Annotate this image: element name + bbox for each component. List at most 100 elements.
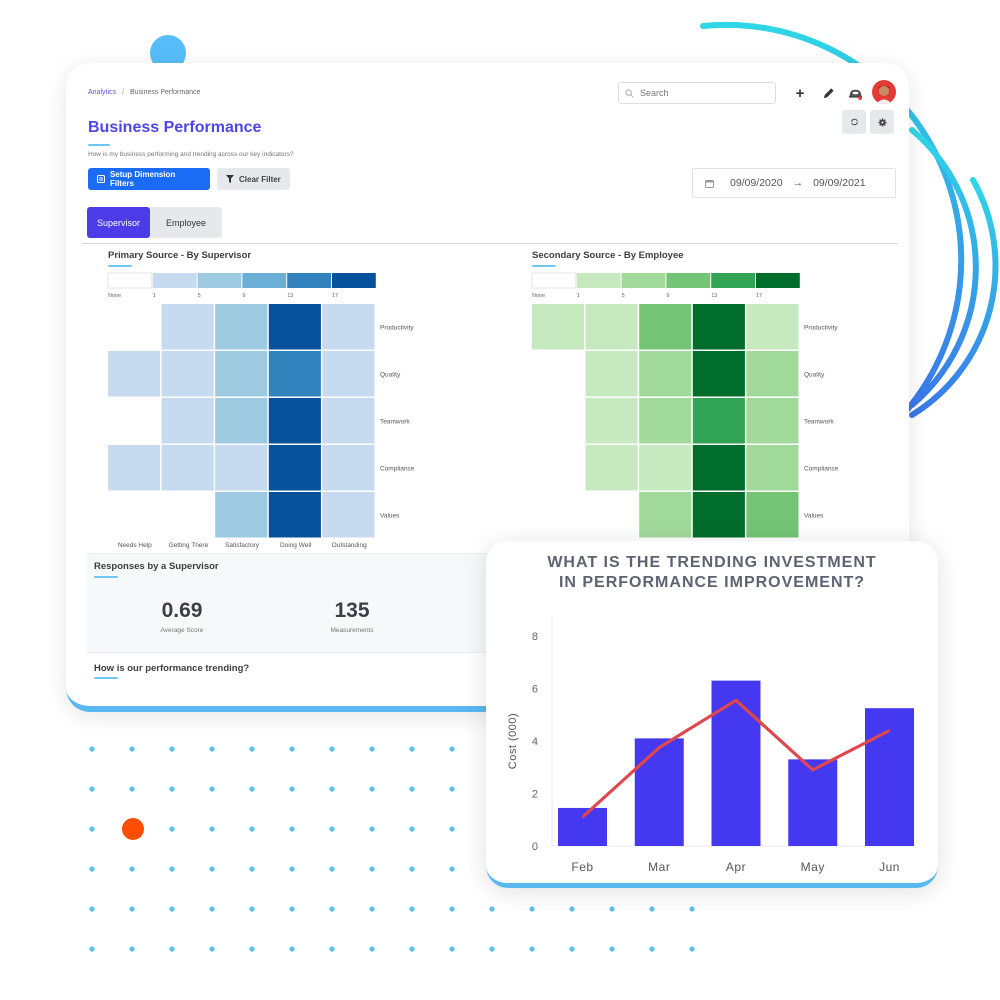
decoration-dot <box>169 786 175 792</box>
decoration-dot <box>169 946 175 952</box>
decoration-dot <box>249 786 255 792</box>
legend-label: 17 <box>756 293 762 299</box>
decoration-dot <box>529 946 535 952</box>
x-tick-label: Apr <box>726 860 746 874</box>
decoration-dot <box>489 946 495 952</box>
responses-stats-panel: Responses by a Supervisor 0.69 Average S… <box>87 553 497 653</box>
primary-heatmap-title: Primary Source - By Supervisor <box>108 250 252 261</box>
decoration-dot <box>449 946 455 952</box>
x-tick-label: May <box>801 860 825 874</box>
decoration-dot <box>169 866 175 872</box>
decoration-dot <box>329 946 335 952</box>
heatmap-cell <box>161 445 214 491</box>
decoration-dot <box>249 906 255 912</box>
decoration-dot <box>449 906 455 912</box>
search-icon <box>625 88 634 97</box>
breadcrumb-analytics[interactable]: Analytics <box>88 89 116 96</box>
heatmap-cell <box>746 492 799 538</box>
decoration-dot <box>689 906 695 912</box>
heatmap-column-label: Satisfactory <box>225 542 260 549</box>
heatmap-cell <box>746 398 799 444</box>
heatmap-column-label: Needs Help <box>118 542 152 549</box>
decoration-dot <box>129 906 135 912</box>
heatmap-row-label: Values <box>380 513 400 520</box>
heatmap-column-label: Getting There <box>169 542 209 549</box>
decoration-dot <box>529 906 535 912</box>
decoration-dot <box>569 906 575 912</box>
notification-icon[interactable] <box>847 85 863 101</box>
settings-button[interactable] <box>870 110 894 134</box>
avatar[interactable] <box>872 80 896 104</box>
breadcrumb-current: Business Performance <box>129 89 201 96</box>
heatmap-row-label: Quality <box>804 372 825 379</box>
heatmap-cell <box>746 351 799 397</box>
decoration-dot <box>609 906 615 912</box>
heatmap-row-label: Productivity <box>804 325 838 332</box>
clear-filter-button[interactable]: Clear Filter <box>217 168 290 190</box>
decoration-dot <box>369 946 375 952</box>
heatmap-cell <box>692 304 745 350</box>
decoration-dot <box>489 906 495 912</box>
decoration-dot <box>569 946 575 952</box>
primary-heatmap-underline <box>108 265 132 267</box>
pencil-icon[interactable] <box>820 85 836 101</box>
date-from[interactable]: 09/09/2020 <box>730 177 783 189</box>
heatmap-row-label: Teamwork <box>380 419 410 426</box>
decoration-dot <box>689 946 695 952</box>
legend-swatch <box>576 273 621 288</box>
decoration-dot <box>289 946 295 952</box>
date-range-picker[interactable]: 09/09/2020 → 09/09/2021 <box>692 168 896 198</box>
heatmap-cell <box>692 351 745 397</box>
heatmap-cell <box>215 351 268 397</box>
decoration-dot <box>289 826 295 832</box>
heatmap-cell <box>268 351 321 397</box>
heatmap-cell <box>268 304 321 350</box>
filter-setup-icon <box>97 175 105 183</box>
decoration-dot <box>169 826 175 832</box>
decoration-dot <box>449 746 455 752</box>
search-box[interactable] <box>618 82 776 104</box>
heatmap-row-label: Productivity <box>380 325 414 332</box>
date-to[interactable]: 09/09/2021 <box>813 177 866 189</box>
plus-icon[interactable]: + <box>792 85 808 102</box>
legend-swatch <box>197 273 242 288</box>
heatmap-cell <box>215 398 268 444</box>
decoration-dot <box>449 866 455 872</box>
decoration-dot <box>329 746 335 752</box>
legend-label: 17 <box>332 293 338 299</box>
decoration-dot <box>289 906 295 912</box>
legend-label: 1 <box>153 293 156 299</box>
legend-swatch <box>107 272 153 289</box>
title-underline <box>88 144 110 146</box>
setup-dimension-filters-label: Setup Dimension Filters <box>109 170 176 188</box>
funnel-icon <box>226 175 234 183</box>
tab-employee[interactable]: Employee <box>150 207 222 238</box>
legend-swatch <box>711 273 755 288</box>
heatmap-row-label: Quality <box>380 372 401 379</box>
legend-swatch <box>756 273 800 288</box>
measurements-value: 135 <box>334 599 370 622</box>
bar-apr <box>711 680 761 846</box>
decoration-dot <box>129 946 135 952</box>
tab-supervisor[interactable]: Supervisor <box>87 207 150 238</box>
bar-mar <box>634 738 684 846</box>
trending-heading: How is our performance trending? <box>94 663 250 674</box>
heatmap-row-label: Teamwork <box>804 419 834 426</box>
refresh-button[interactable] <box>842 110 866 134</box>
y-tick-label: 0 <box>532 841 538 853</box>
decoration-dot <box>169 746 175 752</box>
heatmap-cell <box>639 445 692 491</box>
heatmap-cell <box>746 304 799 350</box>
setup-dimension-filters-button[interactable]: Setup Dimension Filters <box>88 168 210 190</box>
heatmap-cell <box>585 445 638 491</box>
search-input[interactable] <box>638 87 762 99</box>
average-score-label: Average Score <box>160 627 204 634</box>
average-score-value: 0.69 <box>161 599 203 622</box>
heatmap-cell <box>639 492 692 538</box>
heatmap-cell <box>215 304 268 350</box>
heatmap-cell <box>108 351 161 397</box>
heatmap-cell <box>692 398 745 444</box>
stats-title: Responses by a Supervisor <box>94 561 219 572</box>
decoration-dot <box>129 866 135 872</box>
legend-label: 5 <box>198 293 201 299</box>
